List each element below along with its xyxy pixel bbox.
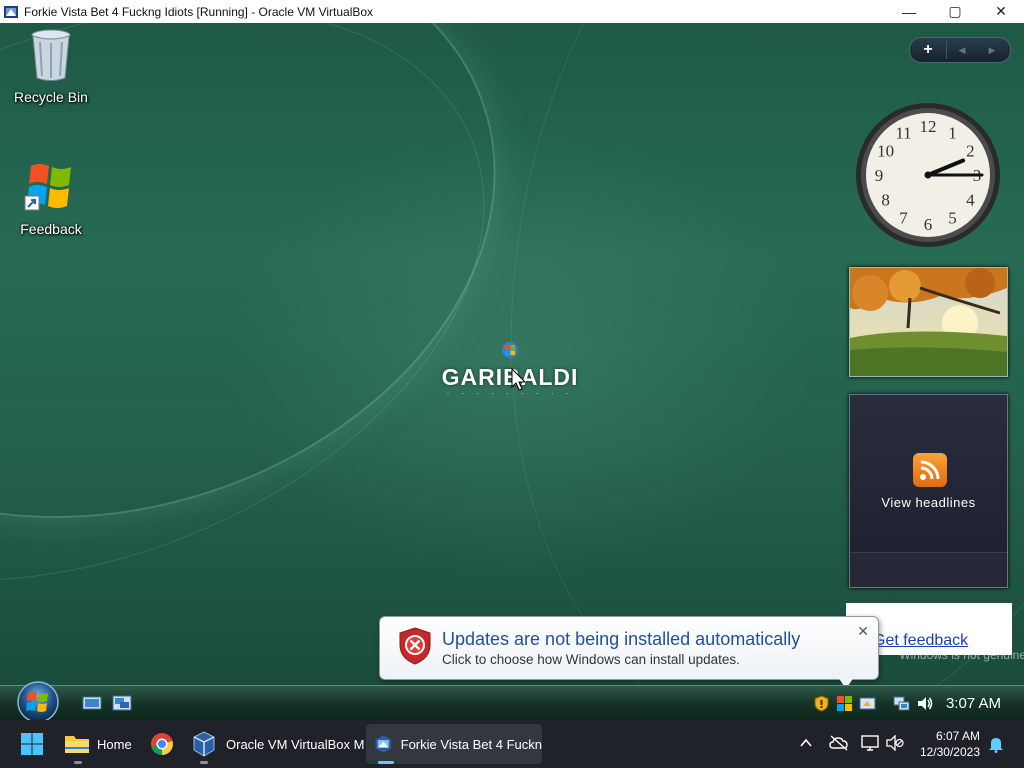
vista-vm-icon	[375, 735, 392, 753]
notification-bell-icon[interactable]	[988, 735, 1004, 753]
recycle-bin-icon	[31, 29, 71, 81]
minimize-button[interactable]: —	[886, 0, 932, 23]
desktop-icon-recycle-bin[interactable]: Recycle Bin	[6, 28, 96, 105]
autumn-tree-photo	[850, 268, 1007, 376]
vista-clock[interactable]: 3:07 AM	[946, 695, 1001, 712]
taskbar-item-label: Home	[97, 736, 132, 752]
previous-page-button[interactable]: ◀	[947, 45, 977, 56]
add-gadget-button[interactable]: +	[910, 41, 947, 59]
clock-number: 11	[895, 124, 911, 143]
maximize-button[interactable]: ▢	[932, 0, 978, 23]
host-title-bar[interactable]: Forkie Vista Bet 4 Fuckng Idiots [Runnin…	[0, 0, 1024, 23]
taskbar-item-label: Forkie Vista Bet 4 Fuckn	[400, 736, 542, 752]
virtualbox-icon	[4, 5, 18, 18]
clock-number: 8	[881, 191, 890, 210]
clock-number: 9	[875, 166, 884, 185]
windows-flag-shortcut-icon	[24, 164, 71, 211]
mouse-cursor-icon	[511, 368, 527, 391]
sidebar-controls: + ◀ ▶	[909, 37, 1011, 63]
brand-name: GARIBALDI	[441, 364, 579, 390]
clock-number: 1	[948, 124, 957, 143]
taskbar-item-chrome[interactable]	[150, 720, 174, 768]
brand-subtitle-dots: · · · · · · · · ·	[446, 389, 574, 398]
host-clock[interactable]: 6:07 AM 12/30/2023	[920, 728, 980, 760]
volume-icon[interactable]	[916, 695, 933, 712]
balloon-close-button[interactable]: ✕	[857, 623, 869, 640]
brand-logo: GARIBALDI · · · · · · · · ·	[440, 341, 580, 398]
clock-number: 10	[877, 142, 894, 161]
host-taskbar: Home Oracle VM VirtualBox M Forkie Vista…	[0, 720, 1024, 768]
next-page-button[interactable]: ▶	[977, 45, 1007, 56]
get-feedback-link[interactable]: Get feedback	[873, 632, 968, 650]
file-explorer-icon	[65, 736, 89, 753]
vista-desktop[interactable]: Recycle Bin Feedback GARIBALDI · · · · ·…	[0, 23, 1024, 685]
feed-footer	[850, 552, 1007, 587]
taskbar-item-label: Oracle VM VirtualBox M	[226, 736, 365, 752]
network-icon[interactable]	[893, 695, 910, 712]
desktop-icon-label: Feedback	[20, 221, 82, 237]
vista-taskbar: 3:07 AM	[0, 685, 1024, 721]
switch-windows-icon[interactable]	[112, 695, 132, 711]
clock-number: 5	[948, 208, 957, 227]
volume-muted-icon[interactable]	[886, 735, 904, 751]
active-indicator	[378, 761, 394, 764]
clock-number: 7	[899, 208, 908, 227]
vista-system-tray: 3:07 AM	[810, 686, 1024, 721]
update-alert-icon[interactable]	[859, 695, 876, 712]
update-balloon-notification[interactable]: Updates are not being installed automati…	[379, 616, 879, 680]
taskbar-item-vista-vm[interactable]: Forkie Vista Bet 4 Fuckn	[366, 724, 542, 764]
display-icon[interactable]	[861, 735, 879, 751]
clock-number: 4	[966, 191, 975, 210]
security-warning-icon[interactable]	[813, 695, 830, 712]
windows-orb-small-icon	[502, 342, 518, 358]
balloon-title: Updates are not being installed automati…	[442, 629, 801, 649]
virtualbox-icon	[193, 731, 215, 757]
slideshow-gadget[interactable]	[849, 267, 1008, 377]
vista-start-orb[interactable]	[11, 680, 65, 724]
taskbar-item-virtualbox-manager[interactable]: Oracle VM VirtualBox M	[192, 720, 364, 768]
chevron-up-icon[interactable]	[799, 737, 813, 749]
host-time: 6:07 AM	[935, 729, 980, 743]
clock-gadget[interactable]: 121234567891011	[848, 103, 1008, 249]
security-shield-error-icon	[399, 627, 431, 665]
clock-number: 12	[920, 117, 937, 136]
clock-number: 2	[966, 142, 975, 161]
rss-icon	[913, 453, 947, 487]
desktop-icon-feedback[interactable]: Feedback	[6, 160, 96, 237]
host-date: 12/30/2023	[919, 745, 980, 759]
host-window-title: Forkie Vista Bet 4 Fuckng Idiots [Runnin…	[24, 4, 374, 19]
onedrive-off-icon[interactable]	[829, 735, 849, 751]
host-start-button[interactable]	[20, 720, 44, 768]
running-indicator	[74, 761, 82, 764]
windows-start-icon	[21, 733, 43, 755]
balloon-body[interactable]: Click to choose how Windows can install …	[442, 652, 740, 667]
windows-update-icon[interactable]	[836, 695, 853, 712]
view-headlines-label: View headlines	[881, 495, 976, 510]
close-button[interactable]: ✕	[978, 0, 1024, 23]
feed-headlines-gadget[interactable]: View headlines	[849, 394, 1008, 588]
chrome-icon	[151, 733, 173, 755]
running-indicator	[200, 761, 208, 764]
show-desktop-icon[interactable]	[82, 695, 102, 711]
desktop-icon-label: Recycle Bin	[14, 89, 88, 105]
clock-number: 6	[924, 215, 933, 234]
